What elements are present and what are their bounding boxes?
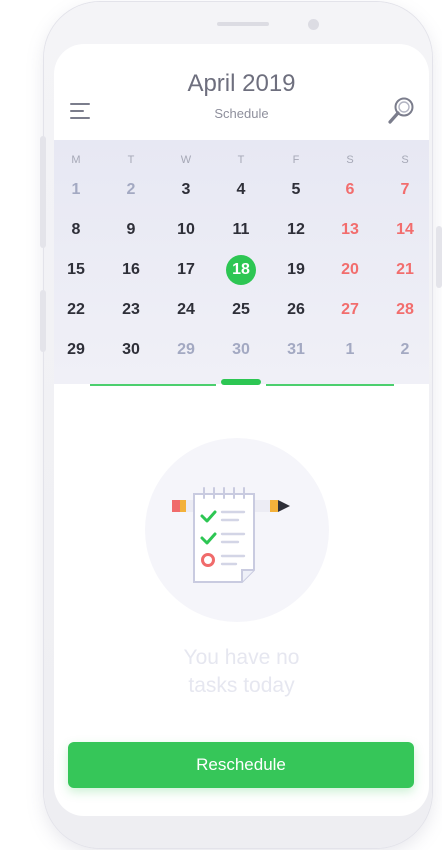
page-subtitle: Schedule [214,106,269,121]
empty-state-line-2: tasks today [188,674,295,697]
weekday-label: S [346,154,354,166]
drag-line-right [266,384,394,386]
calendar-day[interactable]: 29 [166,336,206,364]
empty-state-line-1: You have no [183,646,300,669]
calendar-day[interactable]: 28 [385,296,425,324]
speaker-grille [217,22,269,26]
calendar-day[interactable]: 25 [221,296,261,324]
weekday-label: T [127,154,135,166]
calendar-day[interactable]: 2 [385,336,425,364]
calendar-day[interactable]: 1 [56,176,96,204]
calendar-day[interactable]: 20 [330,256,370,284]
reschedule-button[interactable]: Reschedule [68,742,414,788]
calendar-day[interactable]: 7 [385,176,425,204]
weekday-label: F [292,154,300,166]
calendar-day[interactable]: 26 [276,296,316,324]
calendar-grid: MTWTFSS 1 2 3 4 5 6 7 8 9 10 11 12 13 14 15 16 17 18 19 20 2… [54,140,429,384]
calendar-day[interactable]: 4 [221,176,261,204]
calendar-day[interactable]: 13 [330,216,370,244]
drag-line-left [90,384,216,386]
weekday-label: T [237,154,245,166]
calendar-day[interactable]: 30 [111,336,151,364]
calendar-day[interactable]: 27 [330,296,370,324]
checklist-icon [172,487,290,583]
calendar-day[interactable]: 10 [166,216,206,244]
calendar-day[interactable]: 11 [221,216,261,244]
calendar-day[interactable]: 16 [111,256,151,284]
front-camera [308,19,319,30]
empty-state-message: You have no tasks today [54,644,429,700]
calendar-day[interactable]: 19 [276,256,316,284]
weekday-label: M [71,154,81,166]
calendar-day[interactable]: 24 [166,296,206,324]
calendar-day[interactable]: 21 [385,256,425,284]
calendar-day[interactable]: 29 [56,336,96,364]
calendar-day[interactable]: 15 [56,256,96,284]
weekday-label: W [180,154,192,166]
volume-button [40,136,46,248]
calendar-day[interactable]: 6 [330,176,370,204]
calendar-day[interactable]: 2 [111,176,151,204]
power-button-right [436,226,442,288]
page-title: April 2019 [187,70,296,97]
calendar-day-today[interactable]: 18 [221,256,261,284]
calendar-day[interactable]: 5 [276,176,316,204]
calendar-day[interactable]: 30 [221,336,261,364]
calendar-drag-handle[interactable] [221,379,261,385]
calendar-day[interactable]: 17 [166,256,206,284]
calendar-day[interactable]: 22 [56,296,96,324]
calendar-day[interactable]: 23 [111,296,151,324]
calendar-day[interactable]: 8 [56,216,96,244]
calendar-day[interactable]: 31 [276,336,316,364]
calendar-day[interactable]: 1 [330,336,370,364]
power-button-left [40,290,46,352]
calendar-day[interactable]: 9 [111,216,151,244]
search-icon[interactable] [387,96,415,126]
calendar-day[interactable]: 14 [385,216,425,244]
weekday-header: MTWTFSS [54,154,429,168]
calendar-day[interactable]: 3 [166,176,206,204]
weekday-label: S [401,154,409,166]
app-screen: April 2019 Schedule MTWTFSS 1 2 3 4 5 6 7 8 9 10 1… [54,44,429,816]
calendar-day[interactable]: 12 [276,216,316,244]
